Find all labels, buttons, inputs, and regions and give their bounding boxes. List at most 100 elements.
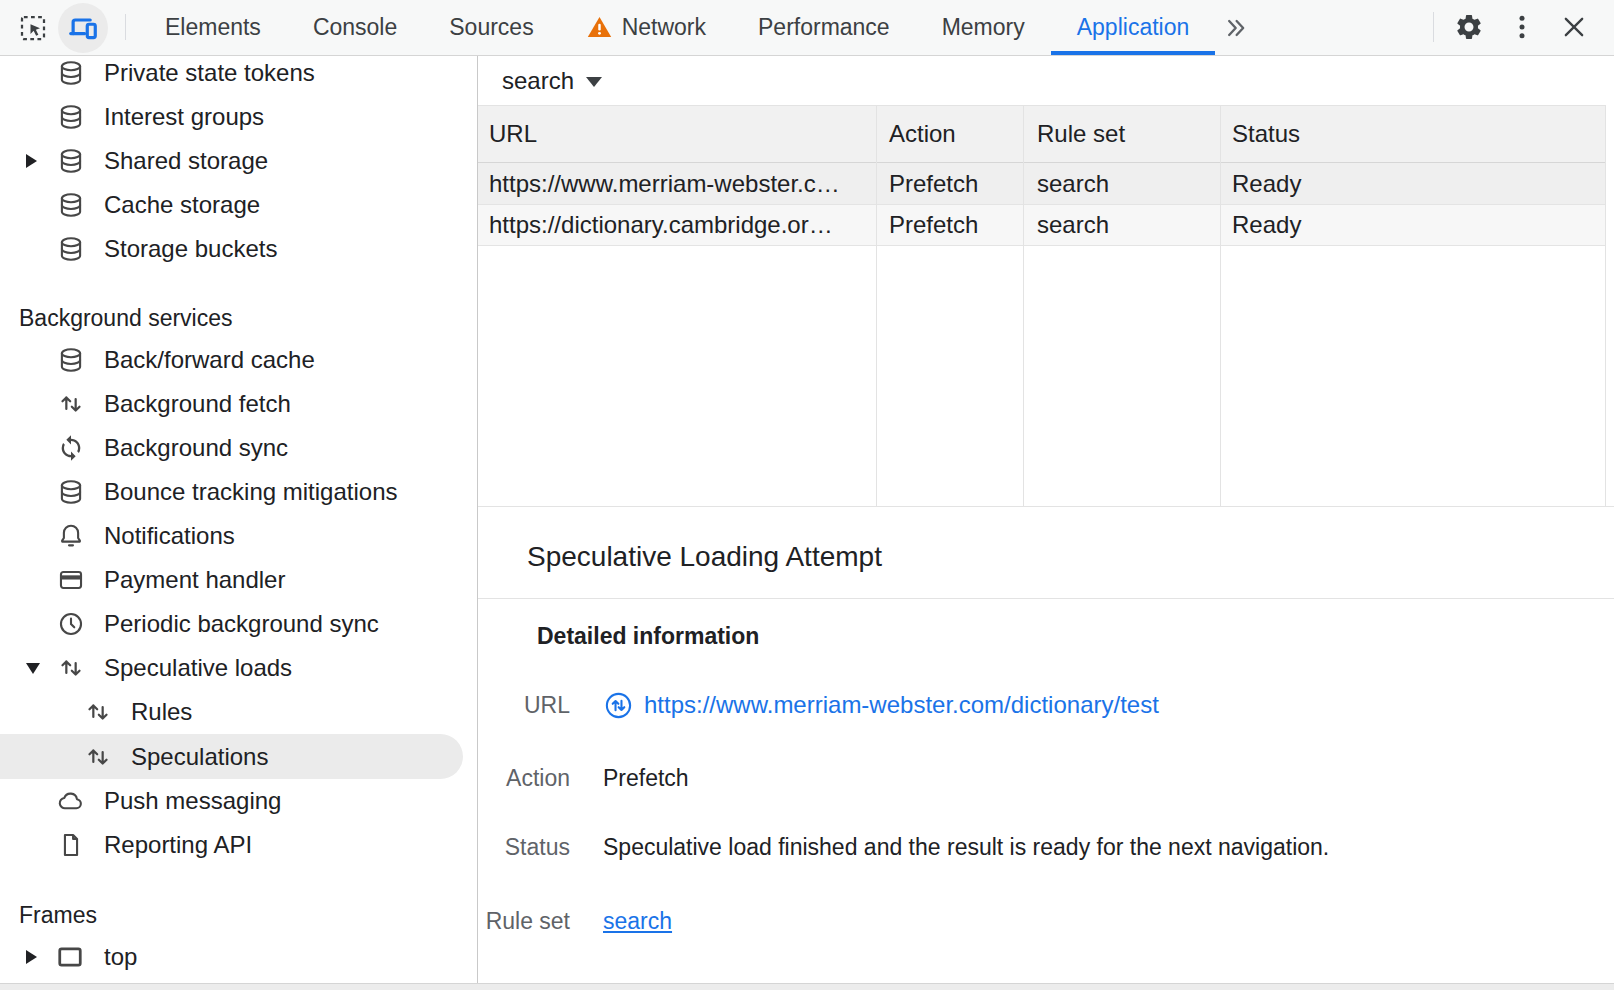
column-header-rule-set[interactable]: Rule set bbox=[1024, 106, 1221, 162]
speculative-load-circle-icon bbox=[603, 690, 634, 721]
sidebar-item-periodic-background-sync[interactable]: Periodic background sync bbox=[0, 602, 477, 646]
table-row[interactable]: https://dictionary.cambridge.or… Prefetc… bbox=[478, 205, 1606, 246]
toolbar-separator bbox=[1433, 12, 1434, 42]
sidebar-item-push-messaging[interactable]: Push messaging bbox=[0, 779, 477, 823]
sidebar-item-private-state-tokens[interactable]: Private state tokens bbox=[0, 56, 477, 95]
sidebar-item-interest-groups[interactable]: Interest groups bbox=[0, 95, 477, 139]
devtools-tabbar: Elements Console Sources Network Perform… bbox=[0, 0, 1614, 56]
inspect-element-icon[interactable] bbox=[18, 13, 48, 43]
action-label: Action bbox=[478, 765, 570, 792]
cell-status: Ready bbox=[1221, 163, 1606, 204]
sidebar-item-reporting-api[interactable]: Reporting API bbox=[0, 823, 477, 867]
toolbar-separator bbox=[125, 14, 126, 40]
table-header: URL Action Rule set Status bbox=[478, 105, 1606, 163]
expand-arrow-icon[interactable] bbox=[26, 950, 37, 964]
up-down-arrows-icon bbox=[57, 654, 85, 682]
sidebar-item-cache-storage[interactable]: Cache storage bbox=[0, 183, 477, 227]
database-icon bbox=[57, 59, 85, 87]
tab-console[interactable]: Console bbox=[287, 0, 423, 55]
sidebar-item-storage-buckets[interactable]: Storage buckets bbox=[0, 227, 477, 271]
tab-sources[interactable]: Sources bbox=[423, 0, 559, 55]
settings-gear-icon[interactable] bbox=[1454, 12, 1484, 42]
detail-row-url: URL https://www.merriam-webster.com/dict… bbox=[478, 688, 1614, 722]
cell-url: https://www.merriam-webster.c… bbox=[478, 163, 877, 204]
sidebar-item-background-sync[interactable]: Background sync bbox=[0, 426, 477, 470]
column-separator bbox=[1605, 105, 1606, 506]
status-value: Speculative load finished and the result… bbox=[603, 834, 1329, 861]
expand-arrow-icon[interactable] bbox=[26, 154, 37, 168]
column-separator[interactable] bbox=[1220, 105, 1221, 506]
sidebar-item-payment-handler[interactable]: Payment handler bbox=[0, 558, 477, 602]
status-label: Status bbox=[478, 834, 570, 861]
column-separator[interactable] bbox=[876, 105, 877, 506]
more-menu-icon[interactable] bbox=[1507, 12, 1537, 42]
warning-triangle-icon bbox=[586, 14, 613, 41]
column-separator[interactable] bbox=[1023, 105, 1024, 506]
up-down-arrows-icon bbox=[57, 390, 85, 418]
cell-action: Prefetch bbox=[877, 205, 1024, 245]
payment-card-icon bbox=[57, 566, 85, 594]
more-tabs-icon[interactable] bbox=[1221, 0, 1249, 55]
column-header-url[interactable]: URL bbox=[478, 106, 877, 162]
rule-set-label: Rule set bbox=[478, 908, 570, 935]
detail-row-action: Action Prefetch bbox=[478, 761, 1614, 795]
action-value: Prefetch bbox=[603, 765, 689, 792]
sync-icon bbox=[57, 434, 85, 462]
bell-icon bbox=[57, 522, 85, 550]
sidebar-section-background-services: Background services bbox=[19, 296, 233, 340]
details-title: Speculative Loading Attempt bbox=[527, 541, 882, 573]
device-toolbar-button[interactable] bbox=[58, 3, 108, 53]
bottom-strip bbox=[0, 983, 1614, 990]
sidebar-item-speculative-loads[interactable]: Speculative loads bbox=[0, 646, 477, 690]
device-toolbar-icon bbox=[67, 12, 99, 44]
sidebar-item-background-fetch[interactable]: Background fetch bbox=[0, 382, 477, 426]
url-link[interactable]: https://www.merriam-webster.com/dictiona… bbox=[644, 691, 1159, 719]
cell-rule-set: search bbox=[1024, 163, 1221, 204]
rule-set-link[interactable]: search bbox=[603, 908, 672, 935]
cell-url: https://dictionary.cambridge.or… bbox=[478, 205, 877, 245]
sidebar-item-rules[interactable]: Rules bbox=[0, 690, 477, 734]
url-label: URL bbox=[478, 692, 570, 719]
speculations-toolbar: search bbox=[478, 56, 1614, 105]
cell-rule-set: search bbox=[1024, 205, 1221, 245]
speculations-panel: search URL Action Rule set Status https:… bbox=[478, 56, 1614, 983]
sidebar-item-back-forward-cache[interactable]: Back/forward cache bbox=[0, 338, 477, 382]
tab-performance[interactable]: Performance bbox=[732, 0, 916, 55]
details-heading: Detailed information bbox=[537, 623, 759, 650]
up-down-arrows-icon bbox=[84, 698, 112, 726]
cell-status: Ready bbox=[1221, 205, 1606, 245]
sidebar-item-top-frame[interactable]: top bbox=[0, 935, 477, 979]
database-icon bbox=[57, 103, 85, 131]
database-icon bbox=[57, 478, 85, 506]
sidebar-item-speculations[interactable]: Speculations bbox=[0, 734, 463, 779]
sidebar-section-frames: Frames bbox=[19, 893, 97, 937]
panel-tabs: Elements Console Sources Network Perform… bbox=[139, 0, 1249, 55]
close-icon[interactable] bbox=[1560, 13, 1588, 41]
cell-action: Prefetch bbox=[877, 163, 1024, 204]
tab-application[interactable]: Application bbox=[1051, 0, 1216, 55]
tab-memory[interactable]: Memory bbox=[916, 0, 1051, 55]
section-divider bbox=[478, 598, 1614, 599]
sidebar-item-shared-storage[interactable]: Shared storage bbox=[0, 139, 477, 183]
application-sidebar: Private state tokens Interest groups Sha… bbox=[0, 56, 478, 983]
sidebar-item-notifications[interactable]: Notifications bbox=[0, 514, 477, 558]
clock-icon bbox=[57, 610, 85, 638]
table-row[interactable]: https://www.merriam-webster.c… Prefetch … bbox=[478, 163, 1606, 205]
sidebar-item-bounce-tracking-mitigations[interactable]: Bounce tracking mitigations bbox=[0, 470, 477, 514]
up-down-arrows-icon bbox=[84, 743, 112, 771]
column-header-action[interactable]: Action bbox=[877, 106, 1024, 162]
cloud-icon bbox=[57, 787, 85, 815]
detail-row-status: Status Speculative load finished and the… bbox=[478, 830, 1614, 864]
section-divider bbox=[478, 506, 1614, 507]
ruleset-filter-dropdown[interactable]: search bbox=[502, 67, 602, 95]
collapse-arrow-icon[interactable] bbox=[26, 663, 40, 674]
document-icon bbox=[57, 831, 85, 859]
dropdown-caret-icon bbox=[586, 77, 602, 87]
database-icon bbox=[57, 147, 85, 175]
column-header-status[interactable]: Status bbox=[1221, 106, 1606, 162]
tab-elements[interactable]: Elements bbox=[139, 0, 287, 55]
tab-network[interactable]: Network bbox=[560, 0, 732, 55]
database-icon bbox=[57, 191, 85, 219]
database-icon bbox=[57, 235, 85, 263]
database-icon bbox=[57, 346, 85, 374]
